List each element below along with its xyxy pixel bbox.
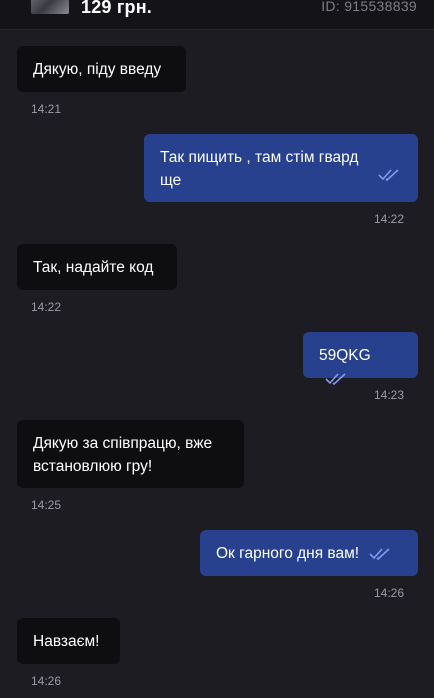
chat-header: 129 грн. ID: 915538839 bbox=[0, 0, 434, 30]
incoming-message: Дякую, піду введу bbox=[17, 46, 186, 92]
message-text-line-2: встановлюю гру! bbox=[33, 458, 153, 475]
outgoing-message: Так пищить , там стім гвард ще bbox=[144, 134, 418, 202]
message-text-line-1: Дякую за співпрацю, вже bbox=[33, 435, 213, 452]
message-time: 14:26 bbox=[374, 586, 405, 600]
product-thumbnail[interactable] bbox=[31, 0, 69, 14]
double-check-icon bbox=[369, 548, 391, 560]
message-time: 14:25 bbox=[31, 498, 62, 512]
message-text: Так, надайте код bbox=[33, 259, 154, 276]
message-time: 14:21 bbox=[31, 102, 62, 116]
message-time: 14:26 bbox=[31, 674, 62, 688]
message-text-line-1: Так пищить , там стім гвард bbox=[160, 149, 359, 166]
message-text: Навзаєм! bbox=[33, 633, 100, 650]
outgoing-message: 59QKG bbox=[303, 332, 418, 385]
message-time: 14:22 bbox=[31, 300, 62, 314]
outgoing-message: Ок гарного дня вам! bbox=[200, 530, 418, 576]
message-text-line-2: ще bbox=[160, 172, 182, 189]
message-text: 59QKG bbox=[319, 347, 371, 364]
order-price: 129 грн. bbox=[81, 0, 152, 17]
message-text: Дякую, піду введу bbox=[33, 61, 162, 78]
double-check-icon bbox=[325, 373, 347, 385]
message-text: Ок гарного дня вам! bbox=[216, 545, 360, 562]
message-list[interactable]: Дякую, піду введу 14:21 Так пищить , там… bbox=[0, 30, 434, 698]
incoming-message: Так, надайте код bbox=[17, 244, 177, 290]
incoming-message: Навзаєм! bbox=[17, 618, 120, 664]
message-time: 14:22 bbox=[374, 212, 405, 226]
message-time: 14:23 bbox=[374, 388, 405, 402]
incoming-message: Дякую за співпрацю, вже встановлюю гру! bbox=[17, 420, 244, 488]
double-check-icon bbox=[378, 165, 400, 188]
order-id: ID: 915538839 bbox=[321, 0, 417, 14]
